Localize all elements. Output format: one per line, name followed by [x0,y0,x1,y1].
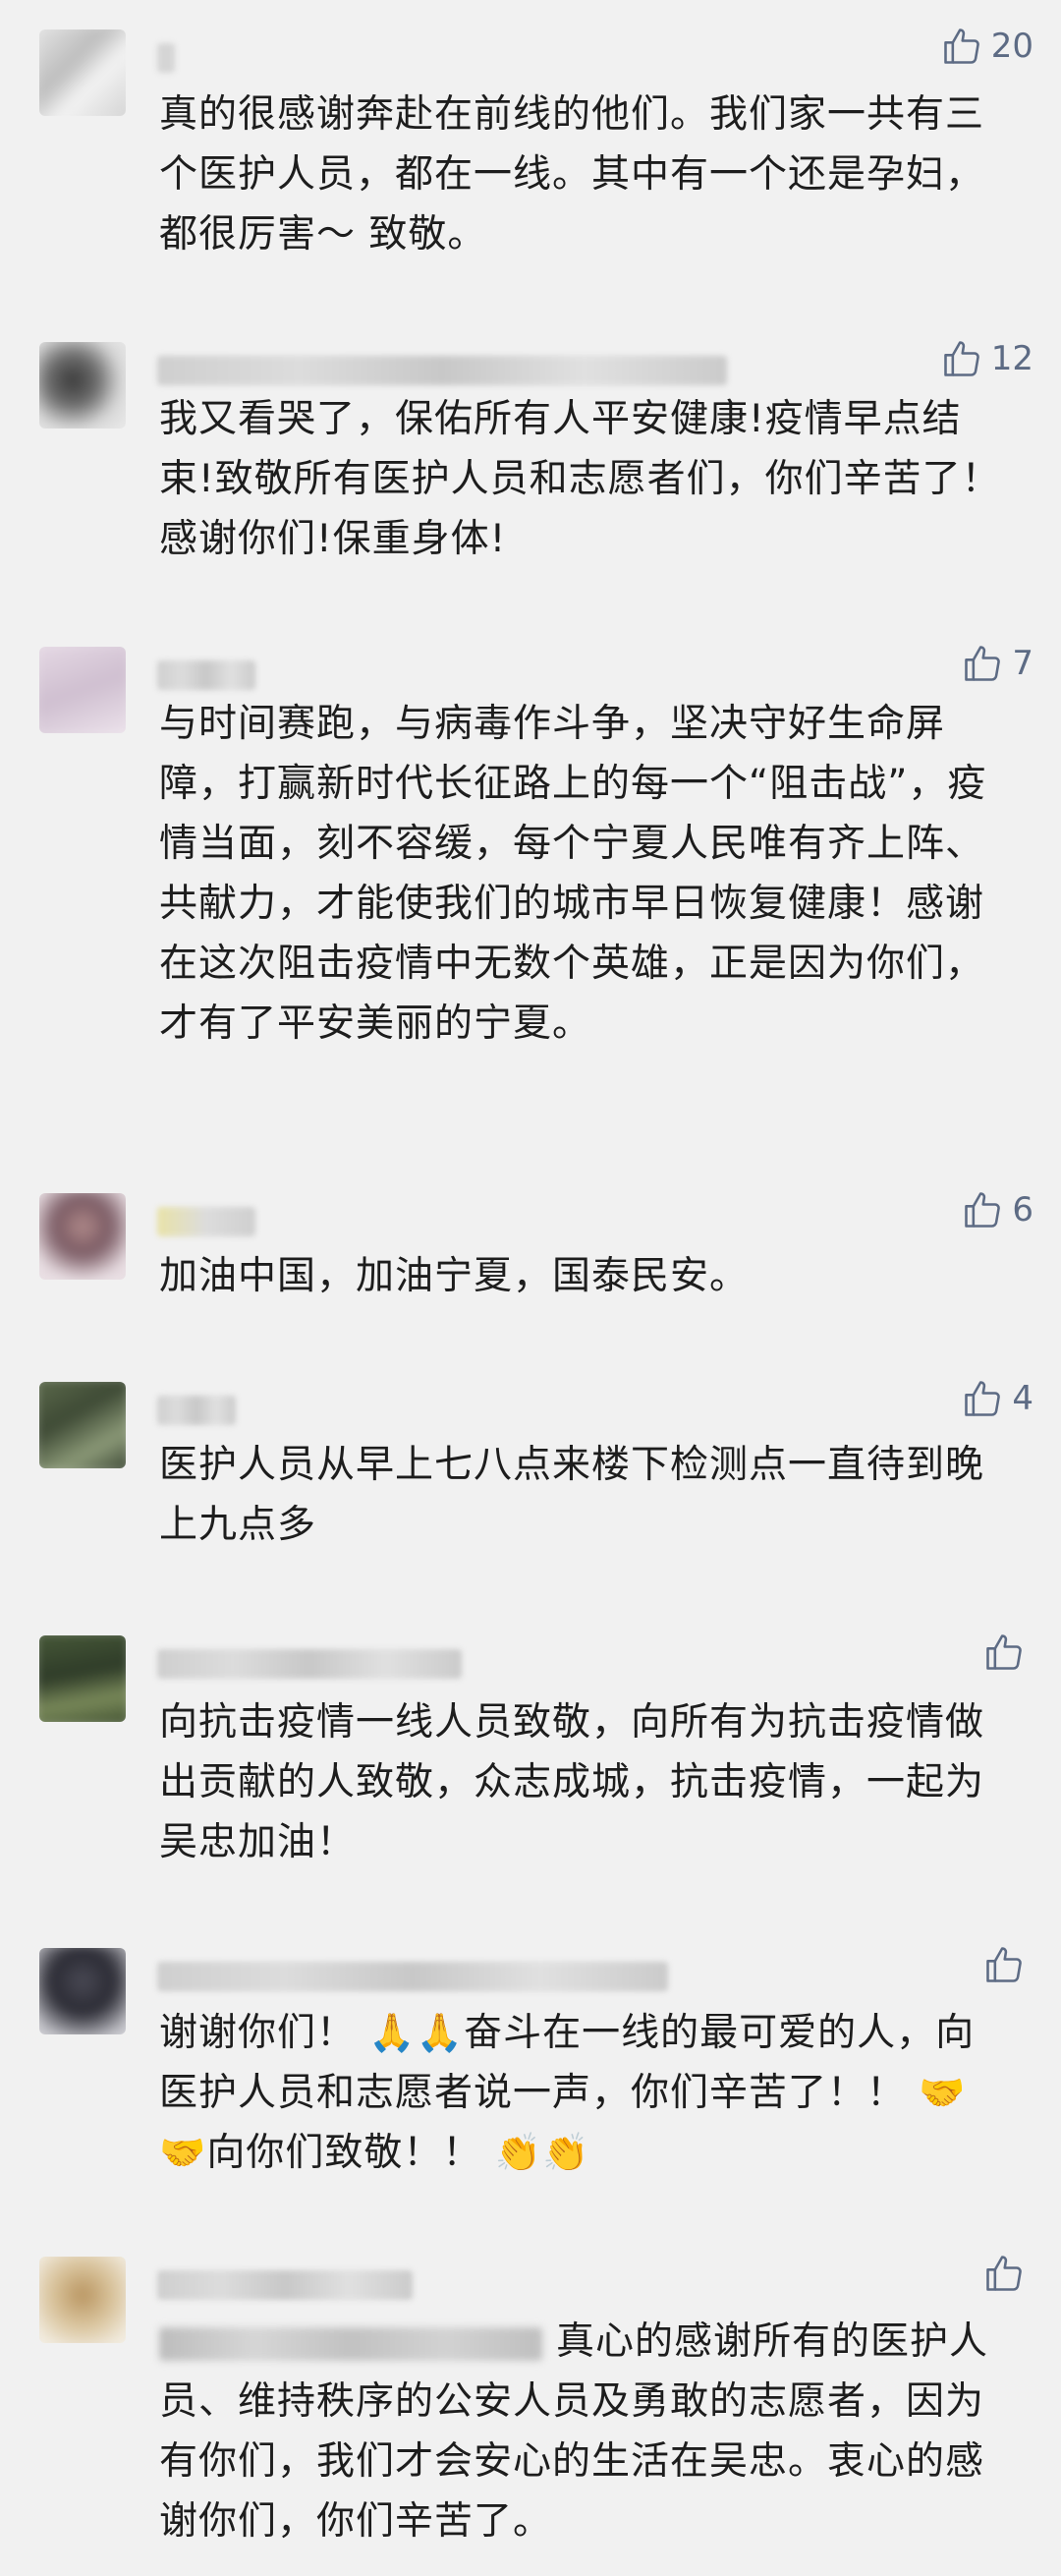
nickname-blurred[interactable] [157,1649,462,1679]
comment-text-part: 向你们致敬！！ [206,2131,482,2175]
blurred-reply-prefix [159,2326,542,2361]
like-button[interactable] [982,1628,1033,1677]
avatar[interactable] [39,1948,126,2034]
thumbs-up-icon [961,1188,1004,1231]
thumbs-up-icon [961,1377,1004,1420]
comment-text: 向抗击疫情一线人员致敬，向所有为抗击疫情做出贡献的人致敬，众志成城，抗击疫情，一… [159,1700,985,1864]
avatar[interactable] [39,1635,126,1722]
like-count: 12 [990,339,1033,378]
avatar[interactable] [39,647,126,733]
thumbs-up-icon [940,25,983,68]
like-count: 6 [1012,1190,1033,1230]
comment-text: 医护人员从早上七八点来楼下检测点一直待到晚上九点多 [159,1443,985,1547]
thumbs-up-icon [982,1631,1026,1674]
thumbs-up-icon [982,1943,1026,1986]
clapping-hands-emoji: 👏👏 [494,2131,590,2174]
like-button[interactable]: 4 [961,1374,1033,1423]
comment-text: 我又看哭了，保佑所有人平安健康!疫情早点结束!致敬所有医护人员和志愿者们，你们辛… [159,397,1001,561]
comment-text: 真的很感谢奔赴在前线的他们。我们家一共有三个医护人员，都在一线。其中有一个还是孕… [159,92,985,257]
comment-text: 谢谢你们！ 🙏🙏奋斗在一线的最可爱的人，向医护人员和志愿者说一声，你们辛苦了！！… [159,2003,1002,2183]
nickname-blurred[interactable] [157,2270,413,2300]
like-button[interactable]: 20 [940,22,1033,71]
thumbs-up-icon [982,2252,1026,2295]
nickname-blurred[interactable] [157,356,727,385]
nickname-blurred[interactable] [157,43,175,73]
avatar[interactable] [39,1193,126,1280]
like-button[interactable] [982,1940,1033,1989]
comment-text-part: 谢谢你们！ [159,2011,357,2055]
nickname-blurred[interactable] [157,660,255,690]
comment-text: 与时间赛跑，与病毒作斗争，坚决守好生命屏障，打赢新时代长征路上的每一个“阻击战”… [159,702,987,1046]
comment-list: 20 真的很感谢奔赴在前线的他们。我们家一共有三个医护人员，都在一线。其中有一个… [0,0,1061,2576]
praying-hands-emoji: 🙏🙏 [368,2011,465,2054]
avatar[interactable] [39,342,126,429]
avatar[interactable] [39,1382,126,1468]
like-button[interactable]: 12 [940,334,1033,383]
like-count: 7 [1012,644,1033,683]
like-button[interactable]: 6 [961,1185,1033,1234]
avatar[interactable] [39,29,126,116]
comment-text: 加油中国，加油宁夏，国泰民安。 [159,1254,750,1298]
like-button[interactable] [982,2249,1033,2298]
like-count: 20 [990,27,1033,66]
nickname-blurred[interactable] [157,1396,236,1425]
thumbs-up-icon [961,642,1004,685]
nickname-blurred[interactable] [157,1962,668,1991]
like-button[interactable]: 7 [961,639,1033,688]
thumbs-up-icon [940,337,983,380]
comment-text: 真心的感谢所有的医护人员、维持秩序的公安人员及勇敢的志愿者，因为有你们，我们才会… [159,2312,1002,2551]
like-count: 4 [1012,1379,1033,1418]
avatar[interactable] [39,2257,126,2343]
nickname-blurred[interactable] [157,1207,255,1236]
